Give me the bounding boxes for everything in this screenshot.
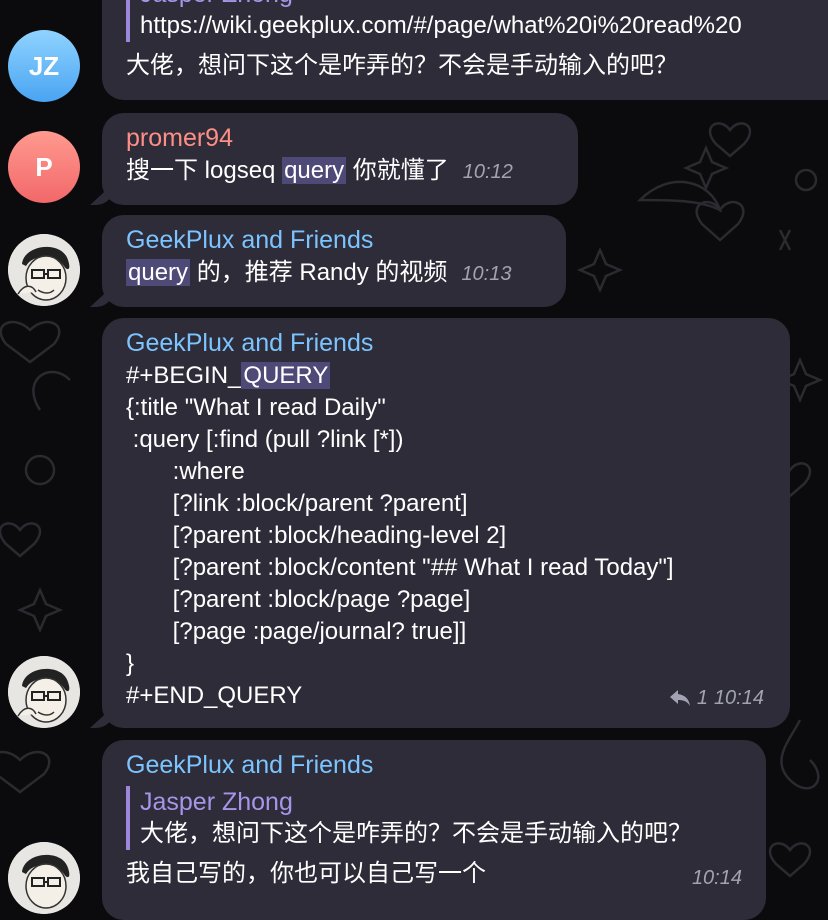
search-highlight: query [126, 259, 191, 286]
avatar-promer94[interactable]: P [8, 131, 80, 203]
message-bubble-geekplux-1[interactable]: GeekPlux and Friends query 的，推荐 Randy 的视… [102, 215, 566, 307]
reply-link-text[interactable]: https://wiki.geekplux.com/#/page/what%20… [140, 10, 828, 42]
message-text-after: 你就懂了 [346, 157, 449, 184]
message-meta[interactable]: 1 10:14 [669, 682, 764, 714]
avatar-geekplux[interactable] [8, 234, 80, 306]
sender-name[interactable]: GeekPlux and Friends [126, 223, 542, 257]
reply-quote[interactable]: Jasper Zhong https://wiki.geekplux.com/#… [126, 0, 828, 42]
message-text: 大佬，想问下这个是咋弄的？不会是手动输入的吧？ [126, 52, 678, 79]
message-time: 10:13 [461, 263, 512, 285]
sender-name[interactable]: GeekPlux and Friends [126, 748, 742, 782]
code-line: [?link :block/parent ?parent] [126, 490, 468, 517]
cartoon-face-icon [8, 234, 80, 306]
cartoon-face-icon [8, 842, 80, 914]
code-line: [?parent :block/heading-level 2] [126, 522, 507, 549]
code-line: } [126, 650, 135, 677]
code-line: [?parent :block/page ?page] [126, 586, 471, 613]
reply-quote-text: 大佬，想问下这个是咋弄的？不会是手动输入的吧？ [140, 820, 692, 847]
message-bubble-jasper[interactable]: Jasper Zhong https://wiki.geekplux.com/#… [102, 0, 828, 100]
sender-name[interactable]: GeekPlux and Friends [126, 326, 766, 360]
message-bubble-geekplux-reply[interactable]: GeekPlux and Friends Jasper Zhong 大佬，想问下… [102, 740, 766, 920]
reply-sender-name: Jasper Zhong [140, 788, 293, 816]
message-time: 10:12 [462, 161, 513, 183]
code-line: :query [:find (pull ?link [*]) [126, 426, 404, 453]
message-time: 10:14 [713, 687, 764, 709]
reply-count: 1 [696, 687, 708, 709]
message-bubble-geekplux-code[interactable]: GeekPlux and Friends #+BEGIN_QUERY {:tit… [102, 318, 790, 728]
message-bubble-promer94[interactable]: promer94 搜一下 logseq query 你就懂了 10:12 [102, 113, 578, 205]
message-text: 我自己写的，你也可以自己写一个 [126, 860, 486, 887]
reply-sender-name: Jasper Zhong [140, 0, 828, 10]
avatar-initials: JZ [28, 50, 60, 81]
cartoon-face-icon [8, 656, 80, 728]
code-line: {:title "What I read Daily" [126, 394, 386, 421]
code-line: [?page :page/journal? true]] [126, 618, 467, 645]
avatar-geekplux[interactable] [8, 656, 80, 728]
avatar-geekplux[interactable] [8, 842, 80, 914]
code-line: :where [126, 458, 245, 485]
search-highlight: query [282, 157, 347, 184]
reply-arrow-icon [669, 690, 690, 706]
search-highlight: QUERY [241, 362, 331, 389]
code-prefix: #+BEGIN_ [126, 362, 242, 389]
avatar-initials: P [35, 151, 53, 182]
message-time: 10:14 [691, 867, 742, 889]
message-text: 的，推荐 Randy 的视频 [190, 259, 448, 286]
reply-quote[interactable]: Jasper Zhong 大佬，想问下这个是咋弄的？不会是手动输入的吧？ [126, 786, 742, 850]
sender-name[interactable]: promer94 [126, 121, 554, 155]
code-line: [?parent :block/content "## What I read … [126, 554, 674, 581]
avatar-jasper-zhong[interactable]: JZ [8, 30, 80, 102]
message-text-before: 搜一下 logseq [126, 157, 283, 184]
code-first-line: #+BEGIN_QUERY [126, 360, 766, 392]
